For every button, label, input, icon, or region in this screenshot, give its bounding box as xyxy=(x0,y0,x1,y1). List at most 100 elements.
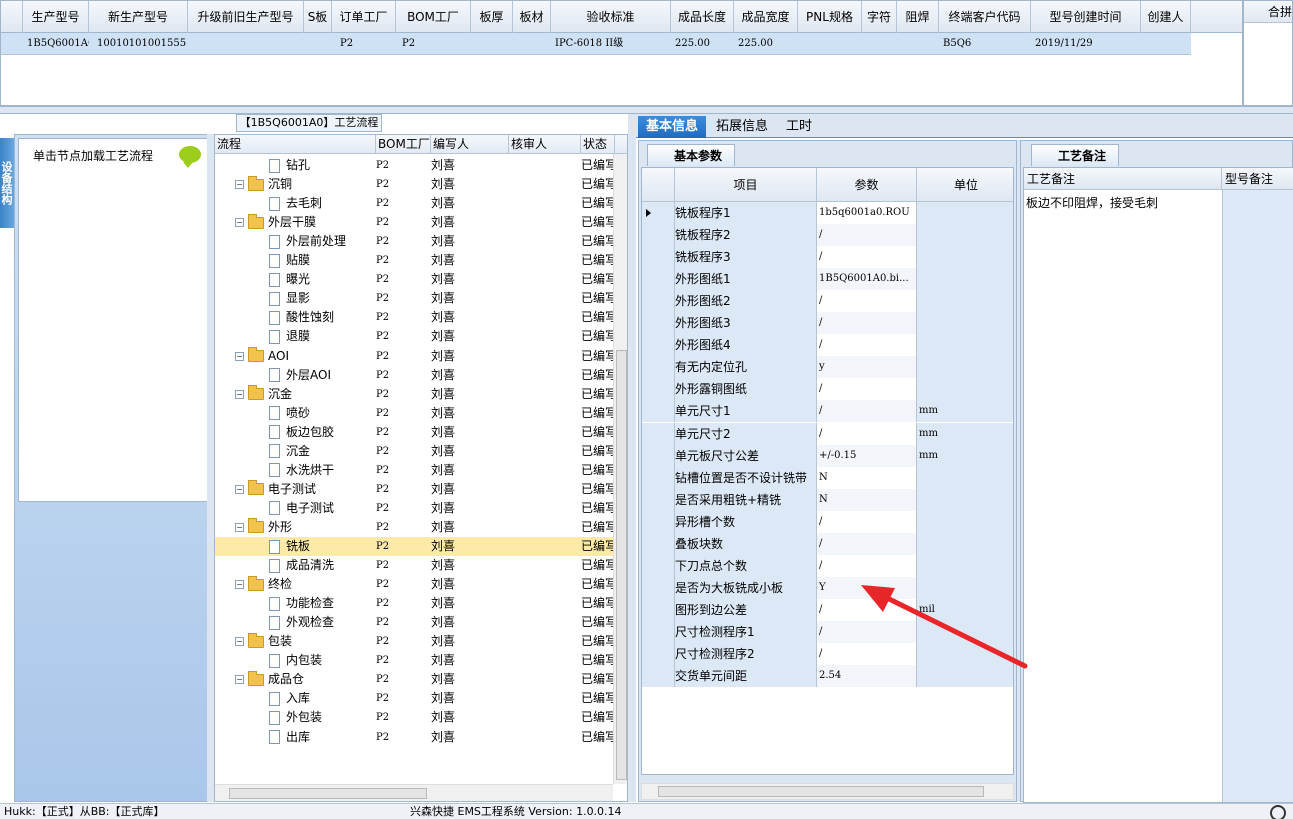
tree-node[interactable]: 内包装 xyxy=(269,651,322,670)
collapse-icon[interactable]: − xyxy=(235,218,244,228)
model-col-13[interactable]: 阻焊 xyxy=(897,1,939,33)
tree-node[interactable]: 成品清洗 xyxy=(269,556,334,575)
tree-row[interactable]: 退膜 P2 刘喜 已编写 xyxy=(215,327,615,346)
param-row[interactable]: 异形槽个数 / xyxy=(642,510,1013,533)
tree-row[interactable]: 电子测试 P2 刘喜 已编写 xyxy=(215,499,615,518)
param-row[interactable]: 外形图纸4/ xyxy=(642,334,1013,357)
param-value[interactable]: / xyxy=(817,422,917,445)
param-row[interactable]: 外形图纸2/ xyxy=(642,290,1013,313)
horizontal-splitter[interactable] xyxy=(0,106,1293,114)
params-corner[interactable] xyxy=(642,168,675,202)
tree-node[interactable]: − 包装 xyxy=(235,632,292,651)
model-cell-solder-mask[interactable] xyxy=(901,33,939,55)
model-cell-creator[interactable] xyxy=(1145,33,1191,55)
model-col-9[interactable]: 成品长度 xyxy=(671,1,734,33)
tree-row[interactable]: 入库 P2 刘喜 已编写 xyxy=(215,689,615,708)
process-note-text[interactable]: 板边不印阻焊，接受毛刺 xyxy=(1026,194,1158,211)
param-row[interactable]: 单元板尺寸公差 +/-0.15 mm xyxy=(642,444,1013,467)
row-indicator[interactable] xyxy=(642,598,675,621)
param-row[interactable]: 外形图纸1 1B5Q6001A0.bi... xyxy=(642,268,1013,291)
row-indicator[interactable] xyxy=(642,224,675,247)
param-value[interactable]: / xyxy=(817,510,917,533)
params-hscroll-thumb[interactable] xyxy=(658,786,984,797)
param-row[interactable]: 单元尺寸2/mm xyxy=(642,422,1013,445)
param-value[interactable]: 1B5Q6001A0.bi... xyxy=(817,268,917,291)
param-row[interactable]: 铣板程序1 1b5q6001a0.ROU xyxy=(642,202,1013,224)
tree-row[interactable]: 钻孔 P2 刘喜 已编写 xyxy=(215,156,615,175)
tree-node[interactable]: − 沉铜 xyxy=(235,175,292,194)
tree-node[interactable]: 显影 xyxy=(269,289,310,308)
tree-row[interactable]: 外层前处理 P2 刘喜 已编写 xyxy=(215,232,615,251)
tree-node[interactable]: 功能检查 xyxy=(269,594,334,613)
tree-node[interactable]: 外层前处理 xyxy=(269,232,346,251)
tree-row[interactable]: 功能检查 P2 刘喜 已编写 xyxy=(215,594,615,613)
tree-node[interactable]: − 外层干膜 xyxy=(235,213,316,232)
tree-row[interactable]: − 终检 P2 刘喜 已编写 xyxy=(215,575,615,594)
param-value[interactable]: / xyxy=(817,290,917,313)
vertical-splitter-middle[interactable] xyxy=(628,114,636,802)
tree-node[interactable]: 外观检查 xyxy=(269,613,334,632)
tree-row[interactable]: − 成品仓 P2 刘喜 已编写 xyxy=(215,670,615,689)
tree-row[interactable]: − 外形 P2 刘喜 已编写 xyxy=(215,518,615,537)
tree-row[interactable]: − 沉金 P2 刘喜 已编写 xyxy=(215,385,615,404)
collapse-icon[interactable]: − xyxy=(235,675,244,685)
tree-row[interactable]: 贴膜 P2 刘喜 已编写 xyxy=(215,251,615,270)
model-cell-width[interactable]: 225.00 xyxy=(738,33,798,55)
collapse-icon[interactable]: − xyxy=(235,180,244,190)
collapse-icon[interactable]: − xyxy=(235,522,244,532)
row-indicator[interactable] xyxy=(642,334,675,357)
row-indicator[interactable] xyxy=(642,510,675,533)
param-row[interactable]: 单元尺寸1/mm xyxy=(642,400,1013,423)
row-indicator[interactable] xyxy=(642,202,675,224)
row-indicator[interactable] xyxy=(642,268,675,291)
tree-node[interactable]: − 成品仓 xyxy=(235,670,304,689)
tree-hscroll-thumb[interactable] xyxy=(229,788,427,799)
tree-vertical-scrollbar[interactable] xyxy=(613,154,627,784)
row-indicator[interactable] xyxy=(642,643,675,665)
param-row[interactable]: 有无内定位孔 y xyxy=(642,356,1013,379)
tree-col-3[interactable]: 核审人 xyxy=(509,135,581,154)
tree-col-1[interactable]: BOM工厂 xyxy=(376,135,431,154)
row-indicator[interactable] xyxy=(642,466,675,489)
tree-node[interactable]: 贴膜 xyxy=(269,251,310,270)
collapse-icon[interactable]: − xyxy=(235,580,244,590)
model-col-1[interactable]: 新生产型号 xyxy=(89,1,188,33)
tree-row[interactable]: − 沉铜 P2 刘喜 已编写 xyxy=(215,175,615,194)
tree-node[interactable]: 外包装 xyxy=(269,708,322,727)
model-cell-order-factory[interactable]: P2 xyxy=(340,33,396,55)
model-col-5[interactable]: BOM工厂 xyxy=(396,1,471,33)
col-item[interactable]: 项目 xyxy=(675,168,817,202)
param-value[interactable]: / xyxy=(817,224,917,247)
tree-row[interactable]: 外观检查 P2 刘喜 已编写 xyxy=(215,613,615,632)
tree-node[interactable]: 板边包胶 xyxy=(269,423,334,442)
model-cell-thickness[interactable] xyxy=(475,33,513,55)
model-cell-material[interactable] xyxy=(517,33,551,55)
tab-process-notes[interactable]: 工艺备注 xyxy=(1031,144,1120,166)
model-grid-row[interactable]: 1B5Q6001A0 10010101001555 P2 P2 IPC-6018 II级… xyxy=(1,33,1191,55)
tree-row[interactable]: 酸性蚀刻 P2 刘喜 已编写 xyxy=(215,308,615,327)
tree-node[interactable]: 钻孔 xyxy=(269,156,310,175)
param-row[interactable]: 外形图纸3/ xyxy=(642,312,1013,335)
tree-row[interactable]: − 电子测试 P2 刘喜 已编写 xyxy=(215,480,615,499)
tree-row[interactable]: 外包装 P2 刘喜 已编写 xyxy=(215,708,615,727)
param-value[interactable]: / xyxy=(817,554,917,577)
collapse-icon[interactable]: − xyxy=(235,484,244,494)
vertical-splitter-left[interactable] xyxy=(207,134,214,802)
model-cell-pnl[interactable] xyxy=(802,33,862,55)
collapse-icon[interactable]: − xyxy=(235,351,244,361)
param-row[interactable]: 是否采用粗铣+精铣 N xyxy=(642,488,1013,511)
tree-col-4[interactable]: 状态 xyxy=(581,135,615,154)
tree-col-2[interactable]: 编写人 xyxy=(431,135,509,154)
model-col-0[interactable]: 生产型号 xyxy=(23,1,89,33)
tree-row[interactable]: 铣板 P2 刘喜 已编写 xyxy=(215,537,615,556)
tree-node[interactable]: 曝光 xyxy=(269,270,310,289)
model-col-4[interactable]: 订单工厂 xyxy=(332,1,396,33)
tree-node[interactable]: 入库 xyxy=(269,689,310,708)
tree-node[interactable]: 退膜 xyxy=(269,327,310,346)
tree-node[interactable]: − 终检 xyxy=(235,575,292,594)
model-col-15[interactable]: 型号创建时间 xyxy=(1031,1,1141,33)
param-value[interactable]: N xyxy=(817,466,917,489)
model-cell-new-model[interactable]: 10010101001555 xyxy=(97,33,188,55)
tree-row[interactable]: − 包装 P2 刘喜 已编写 xyxy=(215,632,615,651)
col-value[interactable]: 参数 xyxy=(817,168,917,202)
